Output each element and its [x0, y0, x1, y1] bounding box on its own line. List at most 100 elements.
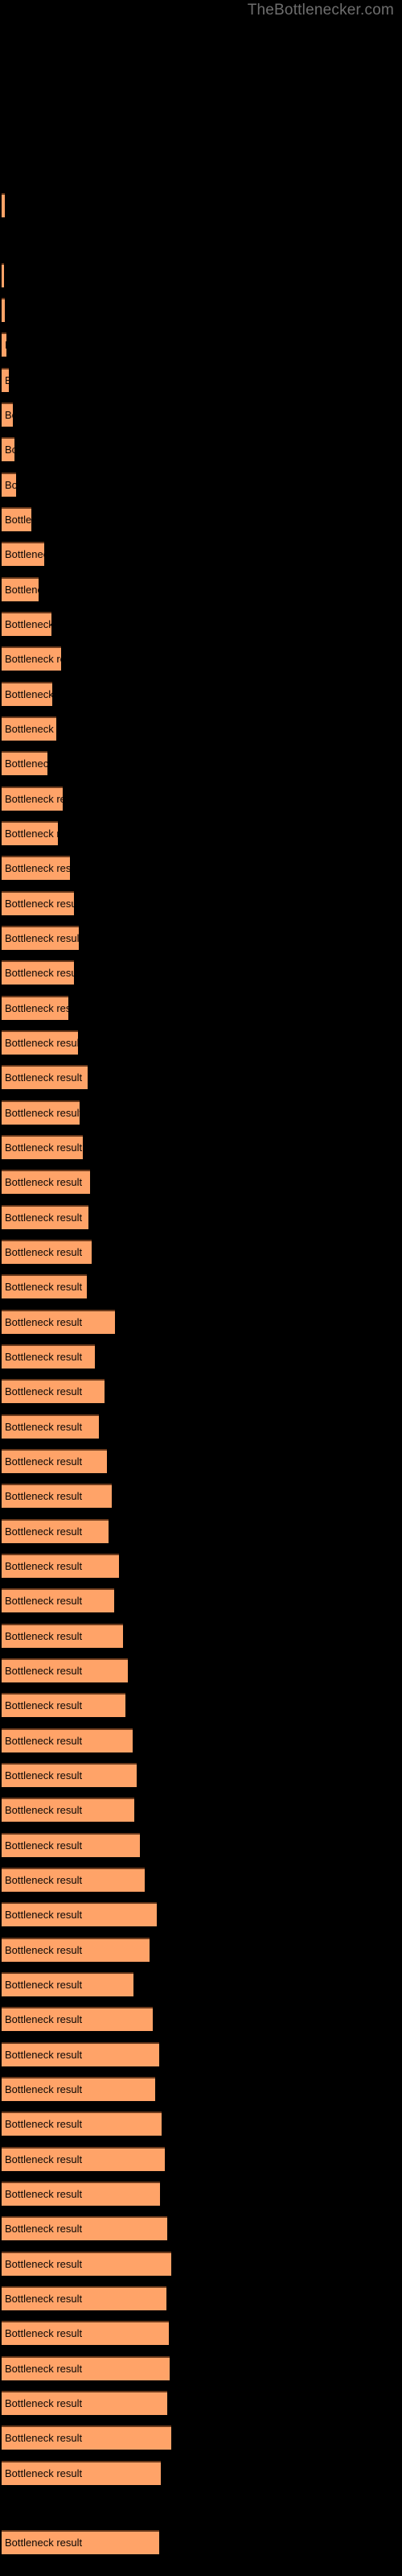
chart-bar[interactable]: Bottleneck result: [2, 298, 5, 322]
chart-bar[interactable]: Bottleneck result: [2, 1554, 119, 1578]
chart-bar[interactable]: Bottleneck result: [2, 2252, 171, 2276]
chart-bar-label: Bottleneck result: [5, 793, 63, 805]
chart-bar[interactable]: Bottleneck result: [2, 507, 31, 531]
chart-bar[interactable]: Bottleneck result: [2, 2182, 160, 2206]
chart-bar-label: Bottleneck result: [5, 2537, 83, 2549]
chart-bar[interactable]: Bottleneck result: [2, 646, 61, 671]
chart-bar[interactable]: Bottleneck result: [2, 960, 74, 985]
chart-bar-label: Bottleneck result: [5, 1490, 83, 1502]
chart-bar-label: Bottleneck result: [5, 1455, 83, 1468]
chart-bar[interactable]: Bottleneck result: [2, 682, 52, 706]
chart-bar[interactable]: Bottleneck result: [2, 1414, 99, 1439]
chart-bar[interactable]: Bottleneck result: [2, 332, 6, 357]
chart-bar-label: Bottleneck result: [5, 898, 74, 910]
chart-bar-label: Bottleneck result: [5, 1804, 83, 1816]
chart-bar[interactable]: Bottleneck result: [2, 926, 79, 950]
chart-bar[interactable]: Bottleneck result: [2, 542, 44, 566]
chart-bar[interactable]: Bottleneck result: [2, 473, 16, 497]
chart-bar[interactable]: Bottleneck result: [2, 1449, 107, 1473]
chart-bar[interactable]: Bottleneck result: [2, 1972, 133, 1996]
chart-bar[interactable]: Bottleneck result: [2, 1135, 83, 1159]
chart-bar[interactable]: Bottleneck result: [2, 1833, 140, 1857]
chart-bar-label: Bottleneck result: [5, 2083, 83, 2095]
chart-bar-label: Bottleneck result: [5, 2293, 83, 2305]
chart-bar[interactable]: Bottleneck result: [2, 2356, 170, 2380]
chart-bar[interactable]: Bottleneck result: [2, 1868, 145, 1892]
chart-bar-label: Bottleneck result: [5, 514, 31, 526]
chart-bar[interactable]: Bottleneck result: [2, 1938, 150, 1962]
chart-bar[interactable]: Bottleneck result: [2, 1100, 80, 1125]
chart-bar-label: Bottleneck result: [5, 967, 74, 979]
chart-bar[interactable]: Bottleneck result: [2, 2042, 159, 2066]
chart-bar-label: Bottleneck result: [5, 1281, 83, 1293]
chart-bar-label: Bottleneck result: [5, 2223, 83, 2235]
chart-bar[interactable]: Bottleneck result: [2, 1065, 88, 1089]
chart-bar[interactable]: Bottleneck result: [2, 2216, 167, 2240]
chart-bar-label: Bottleneck result: [5, 1176, 83, 1188]
chart-bar[interactable]: Bottleneck result: [2, 1693, 125, 1717]
chart-bar-label: Bottleneck result: [5, 340, 6, 351]
chart-bar-label: Bottleneck result: [5, 1735, 83, 1747]
chart-bar-label: Bottleneck result: [5, 758, 47, 770]
chart-bar[interactable]: Bottleneck result: [2, 263, 4, 287]
chart-bar[interactable]: Bottleneck result: [2, 751, 47, 775]
chart-bar-label: Bottleneck result: [5, 1246, 83, 1258]
chart-bar[interactable]: Bottleneck result: [2, 368, 9, 392]
chart-bar[interactable]: Bottleneck result: [2, 1274, 87, 1298]
chart-bar-label: Bottleneck result: [5, 1107, 80, 1119]
chart-bar-label: Bottleneck result: [5, 1141, 83, 1154]
chart-bar[interactable]: Bottleneck result: [2, 612, 51, 636]
chart-bar[interactable]: Bottleneck result: [2, 1170, 90, 1194]
chart-bar-label: Bottleneck result: [5, 375, 9, 386]
chart-bar[interactable]: Bottleneck result: [2, 1658, 128, 1682]
chart-bar[interactable]: Bottleneck result: [2, 1728, 133, 1752]
chart-bar[interactable]: Bottleneck result: [2, 2286, 166, 2310]
chart-bar[interactable]: Bottleneck result: [2, 437, 14, 461]
chart-bar[interactable]: Bottleneck result: [2, 1798, 134, 1822]
chart-bar[interactable]: Bottleneck result: [2, 1310, 115, 1334]
chart-bar-label: Bottleneck result: [5, 2432, 83, 2444]
chart-bar-label: Bottleneck result: [5, 1630, 83, 1642]
chart-bar[interactable]: Bottleneck result: [2, 2147, 165, 2171]
chart-bar[interactable]: Bottleneck result: [2, 891, 74, 915]
chart-bar[interactable]: Bottleneck result: [2, 193, 5, 217]
chart-bar[interactable]: Bottleneck result: [2, 2321, 169, 2345]
chart-bar-label: Bottleneck result: [5, 862, 70, 874]
chart-bar[interactable]: Bottleneck result: [2, 1344, 95, 1368]
chart-bar-label: Bottleneck result: [5, 2188, 83, 2200]
chart-bar[interactable]: Bottleneck result: [2, 856, 70, 880]
chart-bar[interactable]: Bottleneck result: [2, 2007, 153, 2031]
chart-bar[interactable]: Bottleneck result: [2, 821, 58, 845]
chart-bar[interactable]: Bottleneck result: [2, 1902, 157, 1926]
chart-bar[interactable]: Bottleneck result: [2, 2112, 162, 2136]
chart-bar[interactable]: Bottleneck result: [2, 2425, 171, 2450]
chart-bar-label: Bottleneck result: [5, 2049, 83, 2061]
chart-bar[interactable]: Bottleneck result: [2, 2461, 161, 2485]
chart-bar[interactable]: Bottleneck result: [2, 2530, 159, 2554]
chart-bar[interactable]: Bottleneck result: [2, 716, 56, 741]
chart-bar-label: Bottleneck result: [5, 2118, 83, 2130]
chart-bar[interactable]: Bottleneck result: [2, 786, 63, 811]
chart-bar[interactable]: Bottleneck result: [2, 577, 39, 601]
chart-bar-label: Bottleneck result: [5, 584, 39, 596]
chart-bar[interactable]: Bottleneck result: [2, 1588, 114, 1612]
chart-bar[interactable]: Bottleneck result: [2, 1030, 78, 1055]
chart-bar-label: Bottleneck result: [5, 2153, 83, 2165]
chart-bar[interactable]: Bottleneck result: [2, 402, 13, 427]
chart-bar[interactable]: Bottleneck result: [2, 1624, 123, 1648]
chart-bar-label: Bottleneck result: [5, 1212, 83, 1224]
chart-bar-label: Bottleneck result: [5, 1560, 83, 1572]
chart-bar-label: Bottleneck result: [5, 1699, 83, 1711]
chart-bar[interactable]: Bottleneck result: [2, 2077, 155, 2101]
chart-bar[interactable]: Bottleneck result: [2, 2391, 167, 2415]
chart-bar[interactable]: Bottleneck result: [2, 1205, 88, 1229]
chart-bar[interactable]: Bottleneck result: [2, 1763, 137, 1787]
chart-bar[interactable]: Bottleneck result: [2, 1240, 92, 1264]
chart-bar[interactable]: Bottleneck result: [2, 996, 68, 1020]
chart-bar-label: Bottleneck result: [5, 1037, 78, 1049]
chart-bar[interactable]: Bottleneck result: [2, 1519, 109, 1543]
chart-bar-label: Bottleneck result: [5, 548, 44, 560]
chart-bar[interactable]: Bottleneck result: [2, 1379, 105, 1403]
chart-bar-label: Bottleneck result: [5, 1525, 83, 1538]
chart-bar[interactable]: Bottleneck result: [2, 1484, 112, 1508]
